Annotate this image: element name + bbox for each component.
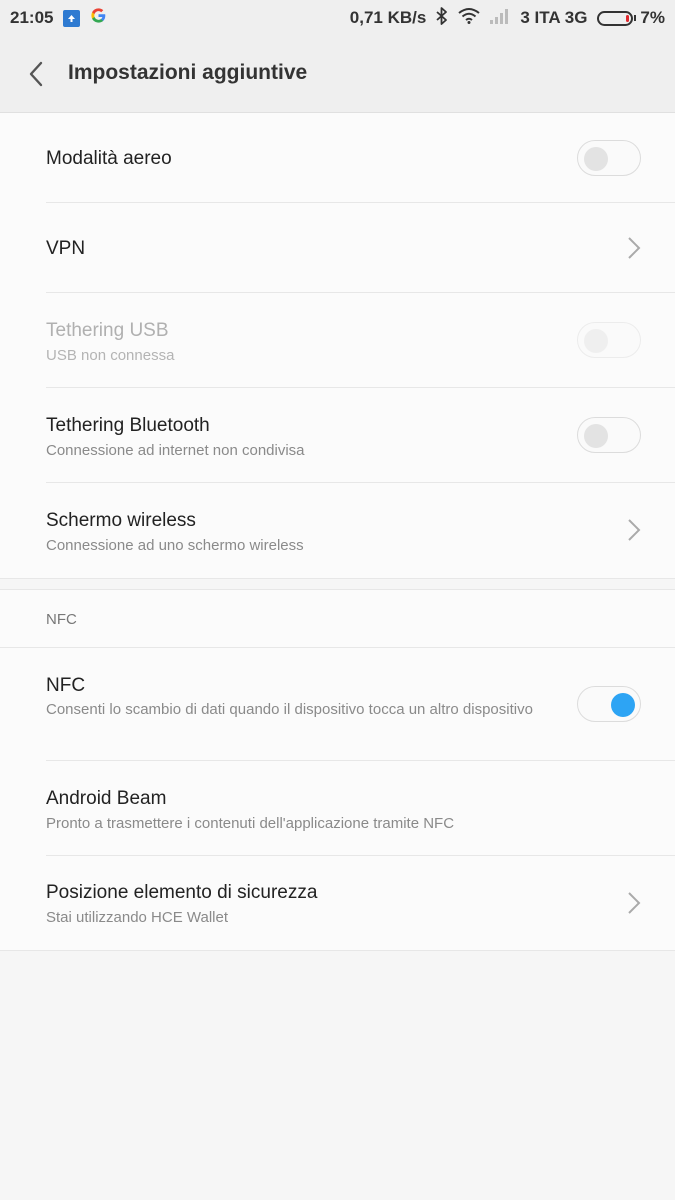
nfc-toggle[interactable] bbox=[577, 686, 641, 722]
row-subtitle: Pronto a trasmettere i contenuti dell'ap… bbox=[46, 815, 455, 832]
upload-notification-icon bbox=[63, 9, 81, 27]
carrier-label: 3 ITA 3G bbox=[520, 8, 588, 27]
row-tethering-usb: Tethering USB USB non connessa bbox=[46, 293, 675, 388]
row-title: VPN bbox=[46, 238, 86, 259]
row-subtitle: Stai utilizzando HCE Wallet bbox=[46, 909, 229, 926]
row-title: Posizione elemento di sicurezza bbox=[46, 882, 318, 903]
row-title: Tethering Bluetooth bbox=[46, 415, 210, 436]
chevron-left-icon bbox=[29, 61, 43, 87]
status-bar: 21:05 0,71 KB/s 3 ITA 3G 7% bbox=[0, 0, 675, 36]
signal-icon bbox=[490, 8, 510, 29]
row-title: Android Beam bbox=[46, 788, 167, 809]
airplane-mode-toggle[interactable] bbox=[577, 140, 641, 176]
row-title: Schermo wireless bbox=[46, 510, 196, 531]
chevron-right-icon bbox=[628, 892, 641, 914]
row-subtitle: Consenti lo scambio di dati quando il di… bbox=[46, 701, 533, 718]
settings-section-connectivity: Modalità aereo VPN Tethering USB USB non… bbox=[0, 113, 675, 578]
row-tethering-bluetooth[interactable]: Tethering Bluetooth Connessione ad inter… bbox=[46, 388, 675, 483]
page-title: Impostazioni aggiuntive bbox=[68, 61, 308, 84]
network-speed: 0,71 KB/s bbox=[349, 8, 427, 27]
row-title: NFC bbox=[46, 675, 86, 696]
chevron-right-icon bbox=[628, 237, 641, 259]
row-secure-element-position[interactable]: Posizione elemento di sicurezza Stai uti… bbox=[46, 856, 675, 950]
status-bar-right: 0,71 KB/s 3 ITA 3G 7% bbox=[340, 6, 665, 30]
app-header: Impostazioni aggiuntive bbox=[0, 36, 675, 113]
google-icon bbox=[90, 7, 107, 29]
row-title: Modalità aereo bbox=[46, 148, 172, 169]
chevron-right-icon bbox=[628, 519, 641, 541]
status-bar-left: 21:05 bbox=[10, 7, 117, 29]
battery-percent: 7% bbox=[640, 8, 665, 27]
status-time: 21:05 bbox=[10, 8, 54, 27]
tethering-bluetooth-toggle[interactable] bbox=[577, 417, 641, 453]
tethering-usb-toggle bbox=[577, 322, 641, 358]
row-vpn[interactable]: VPN bbox=[46, 203, 675, 293]
back-button[interactable] bbox=[18, 54, 54, 94]
bluetooth-icon bbox=[436, 6, 448, 30]
row-nfc[interactable]: NFC Consenti lo scambio di dati quando i… bbox=[46, 648, 675, 761]
row-subtitle: Connessione ad internet non condivisa bbox=[46, 442, 305, 459]
section-divider bbox=[0, 578, 675, 579]
row-subtitle: USB non connessa bbox=[46, 347, 175, 364]
row-airplane-mode[interactable]: Modalità aereo bbox=[46, 113, 675, 203]
settings-section-nfc: NFC NFC Consenti lo scambio di dati quan… bbox=[0, 590, 675, 950]
section-bottom-divider bbox=[0, 950, 675, 951]
wifi-icon bbox=[458, 7, 480, 29]
row-wireless-display[interactable]: Schermo wireless Connessione ad uno sche… bbox=[46, 483, 675, 578]
battery-icon: 7% bbox=[597, 8, 665, 28]
row-title: Tethering USB bbox=[46, 320, 169, 341]
row-android-beam[interactable]: Android Beam Pronto a trasmettere i cont… bbox=[46, 761, 675, 856]
row-subtitle: Connessione ad uno schermo wireless bbox=[46, 537, 304, 554]
section-header-nfc: NFC bbox=[46, 611, 77, 628]
